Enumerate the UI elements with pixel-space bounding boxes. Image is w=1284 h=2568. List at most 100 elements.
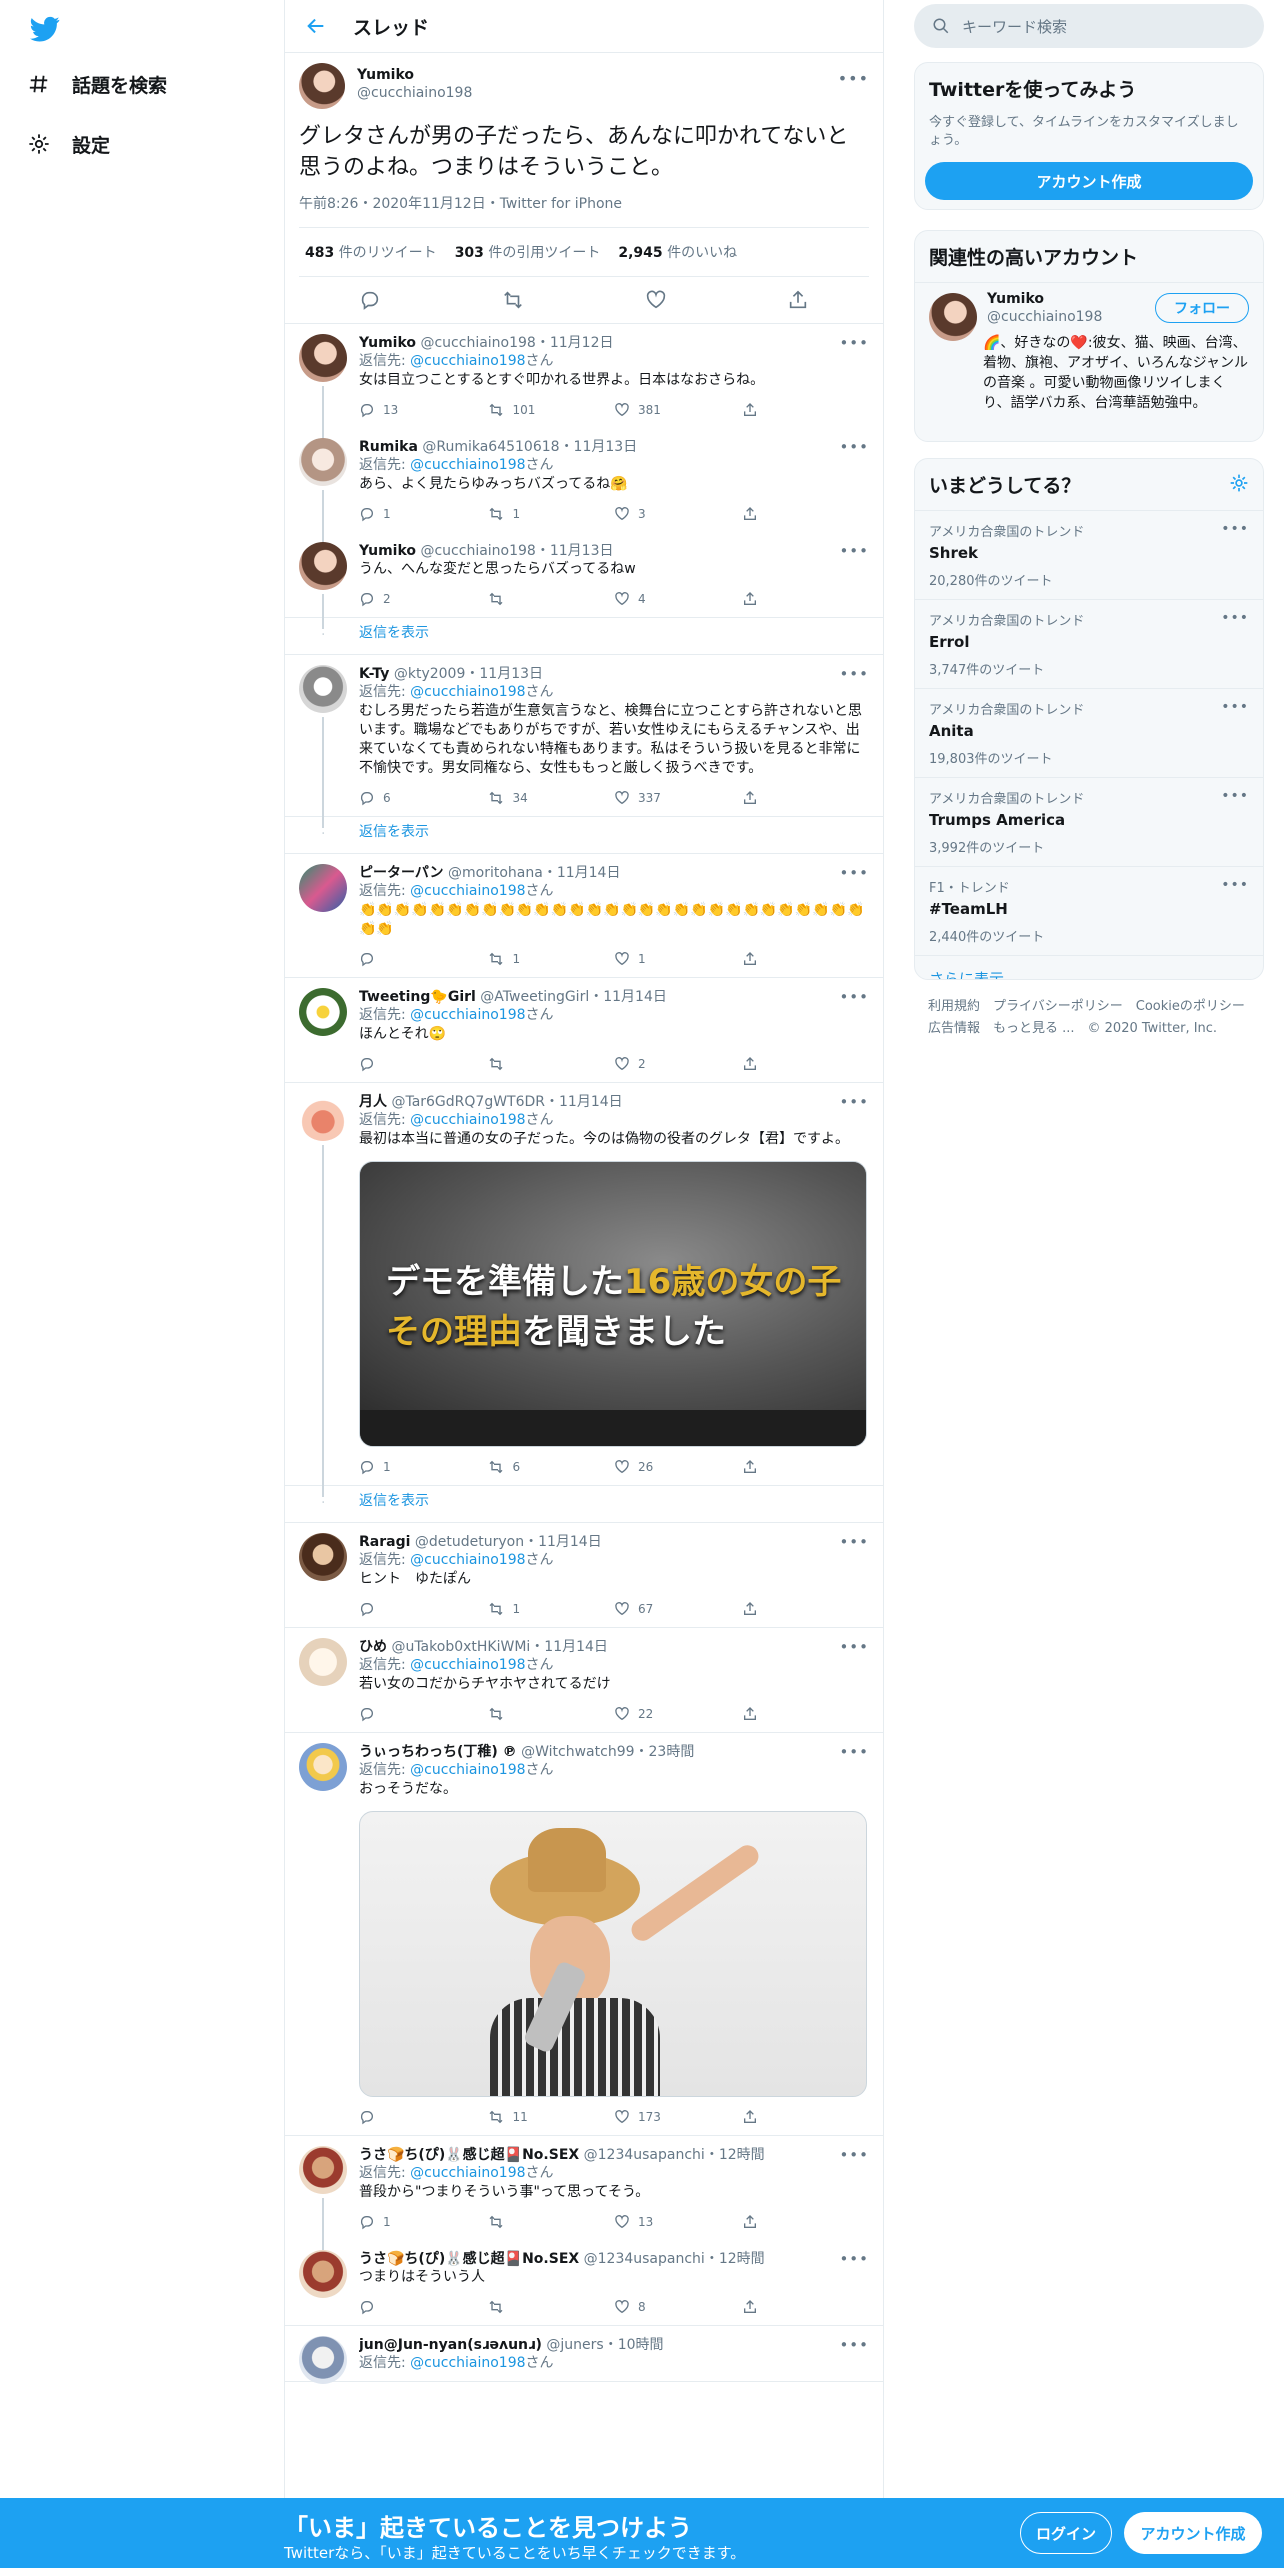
author-name[interactable]: うぃっちわっち(丁稚) ℗ <box>359 1744 517 1760</box>
author-handle[interactable]: @Witchwatch99 <box>521 1744 634 1760</box>
author-name[interactable]: Yumiko <box>359 335 416 351</box>
retweet-count-link[interactable]: 483 件のリツイート <box>305 242 437 262</box>
retweet-icon[interactable] <box>487 2214 505 2230</box>
reply-icon[interactable] <box>359 2109 375 2125</box>
show-replies-link[interactable]: · · · 返信を表示 <box>285 616 883 655</box>
reply-tweet[interactable]: ••• ひめ @uTakob0xtHKiWMi・11月14日 返信先: @cucch… <box>285 1628 883 1733</box>
retweet-action[interactable]: 1 <box>487 506 615 522</box>
share-action[interactable] <box>742 1601 870 1617</box>
like-action[interactable]: 67 <box>614 1601 742 1617</box>
follow-button[interactable]: フォロー <box>1155 293 1249 323</box>
retweet-icon[interactable] <box>487 790 505 806</box>
retweet-icon[interactable] <box>487 402 505 418</box>
share-icon[interactable] <box>742 790 758 806</box>
tweet-date[interactable]: ・10時間 <box>604 2337 664 2353</box>
retweet-icon[interactable] <box>487 506 505 522</box>
author-handle[interactable]: @Tar6GdRQ7gWT6DR <box>391 1094 545 1110</box>
reply-tweet[interactable]: ••• K-Ty @kty2009・11月13日 返信先: @cucchiaino1… <box>285 655 883 828</box>
more-icon[interactable]: ••• <box>839 334 869 352</box>
tweet-date[interactable]: ・11月14日 <box>543 865 621 881</box>
author-handle[interactable]: @1234usapanchi <box>584 2251 705 2267</box>
tweet-date[interactable]: ・11月14日 <box>524 1534 602 1550</box>
reply-tweet[interactable]: ••• Rumika @Rumika64510618・11月13日 返信先: @cu… <box>285 428 883 544</box>
reply-tweet[interactable]: ••• うさ🍞ち(ぴ)🐰感じ超🎴No.SEX @1234usapanchi・12時… <box>285 2136 883 2252</box>
reply-to-link[interactable]: @cucchiaino198 <box>410 1657 525 1673</box>
tweet-date[interactable]: ・12時間 <box>705 2147 765 2163</box>
share-icon[interactable] <box>742 2109 758 2125</box>
share-action[interactable] <box>742 2214 870 2230</box>
author-name[interactable]: Yumiko <box>359 543 416 559</box>
like-action[interactable]: 13 <box>614 2214 742 2230</box>
avatar[interactable] <box>299 2146 347 2194</box>
reply-action[interactable]: 1 <box>359 2214 487 2230</box>
retweet-icon[interactable] <box>487 591 505 607</box>
show-more-link[interactable]: さらに表示 <box>915 955 1263 979</box>
more-icon[interactable]: ••• <box>839 2250 869 2268</box>
reply-to-link[interactable]: @cucchiaino198 <box>410 1762 525 1778</box>
reply-to-link[interactable]: @cucchiaino198 <box>410 1007 525 1023</box>
author-name[interactable]: うさ🍞ち(ぴ)🐰感じ超🎴No.SEX <box>359 2147 579 2163</box>
more-icon[interactable]: ••• <box>839 665 869 683</box>
tweet-date[interactable]: ・11月14日 <box>530 1639 608 1655</box>
reply-icon[interactable] <box>359 1706 375 1722</box>
like-action[interactable]: 1 <box>614 951 742 967</box>
reply-action[interactable] <box>359 1601 487 1617</box>
reply-tweet[interactable]: ••• うぃっちわっち(丁稚) ℗ @Witchwatch99・23時間 返信先: … <box>285 1733 883 2136</box>
like-icon[interactable] <box>614 1706 630 1722</box>
reply-icon[interactable] <box>359 591 375 607</box>
author-name[interactable]: Yumiko <box>357 67 472 83</box>
author-handle[interactable]: @ATweetingGirl <box>480 989 589 1005</box>
reply-action[interactable]: 1 <box>359 506 487 522</box>
reply-action[interactable]: 13 <box>359 402 487 418</box>
like-icon[interactable] <box>614 790 630 806</box>
retweet-action[interactable]: 34 <box>487 790 615 806</box>
reply-to-link[interactable]: @cucchiaino198 <box>410 353 525 369</box>
share-icon[interactable] <box>742 1601 758 1617</box>
show-replies-link[interactable]: · · · 返信を表示 <box>285 1484 883 1523</box>
avatar[interactable] <box>929 293 977 341</box>
more-icon[interactable]: ••• <box>839 1093 869 1111</box>
author-handle[interactable]: @cucchiaino198 <box>357 85 472 101</box>
author-handle[interactable]: @moritohana <box>448 865 543 881</box>
author-handle[interactable]: @juners <box>546 2337 603 2353</box>
tweet-date[interactable]: ・11月13日 <box>560 439 638 455</box>
reply-icon[interactable] <box>359 1459 375 1475</box>
author-handle[interactable]: @cucchiaino198 <box>420 335 535 351</box>
retweet-icon[interactable] <box>487 1056 505 1072</box>
like-icon[interactable] <box>614 1056 630 1072</box>
like-action[interactable]: 26 <box>614 1459 742 1475</box>
reply-to-link[interactable]: @cucchiaino198 <box>410 684 525 700</box>
reply-to-link[interactable]: @cucchiaino198 <box>410 2165 525 2181</box>
reply-to-link[interactable]: @cucchiaino198 <box>410 2355 525 2371</box>
more-icon[interactable]: ••• <box>838 69 869 88</box>
author-handle[interactable]: @kty2009 <box>394 666 466 682</box>
reply-action[interactable]: 6 <box>359 790 487 806</box>
reply-icon[interactable] <box>359 1601 375 1617</box>
reply-icon[interactable] <box>359 790 375 806</box>
trend-item[interactable]: アメリカ合衆国のトレンド Errol 3,747件のツイート ••• <box>915 599 1263 688</box>
show-replies-link[interactable]: · · · 返信を表示 <box>285 815 883 854</box>
reply-icon[interactable] <box>359 289 381 311</box>
retweet-icon[interactable] <box>501 289 525 311</box>
reply-action[interactable] <box>359 951 487 967</box>
reply-icon[interactable] <box>359 1056 375 1072</box>
author-handle[interactable]: @1234usapanchi <box>584 2147 705 2163</box>
reply-to-link[interactable]: @cucchiaino198 <box>410 883 525 899</box>
share-icon[interactable] <box>742 2214 758 2230</box>
avatar[interactable] <box>299 665 347 713</box>
share-action[interactable] <box>742 2299 870 2315</box>
reply-action[interactable]: 1 <box>359 1459 487 1475</box>
more-icon[interactable]: ••• <box>839 2336 869 2354</box>
reply-tweet[interactable]: ••• Yumiko @cucchiaino198・11月13日 うん、へんな変だと… <box>285 532 883 629</box>
retweet-action[interactable] <box>487 2299 615 2315</box>
retweet-icon[interactable] <box>487 1459 505 1475</box>
like-icon[interactable] <box>645 289 667 311</box>
reply-to-link[interactable]: @cucchiaino198 <box>410 457 525 473</box>
like-icon[interactable] <box>614 2299 630 2315</box>
avatar[interactable] <box>299 1743 347 1791</box>
retweet-action[interactable] <box>487 1706 615 1722</box>
tweet-date[interactable]: ・12時間 <box>705 2251 765 2267</box>
banner-signup-button[interactable]: アカウント作成 <box>1124 2512 1262 2554</box>
share-icon[interactable] <box>742 2299 758 2315</box>
avatar[interactable] <box>299 542 347 590</box>
